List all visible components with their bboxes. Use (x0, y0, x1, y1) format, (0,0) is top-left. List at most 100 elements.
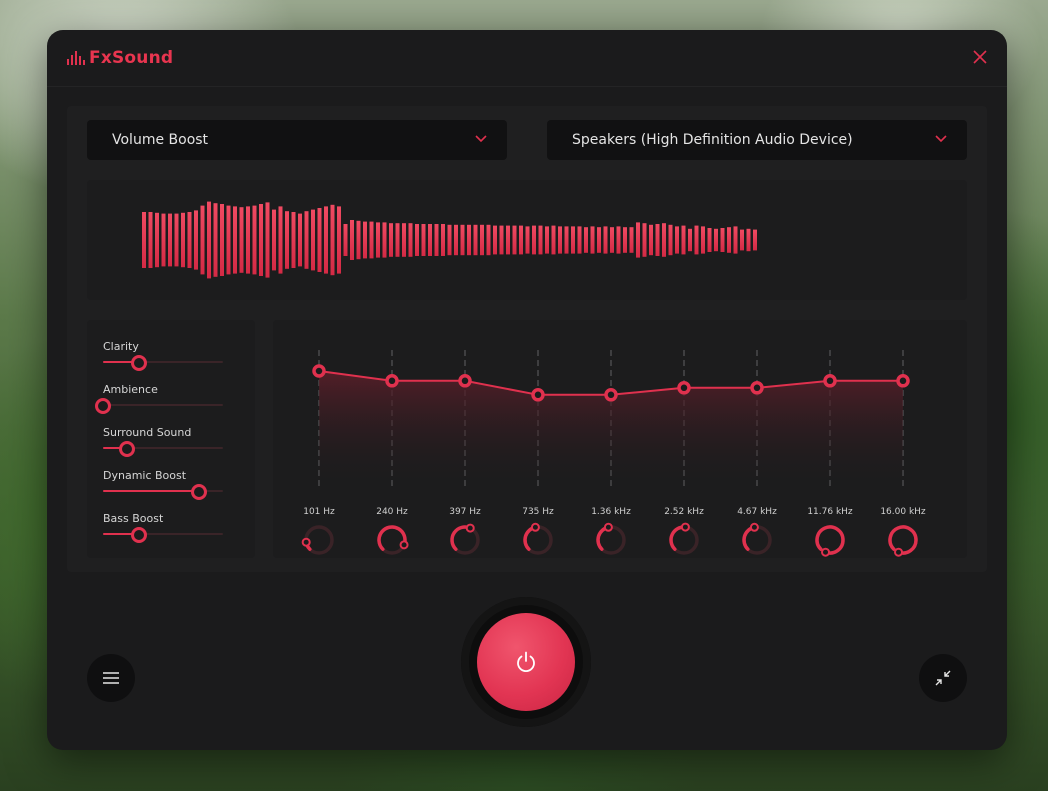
slider-handle[interactable] (131, 527, 147, 543)
eq-frequency-label: 240 Hz (376, 507, 408, 517)
visualizer-bar (259, 204, 263, 276)
slider-rail (103, 404, 223, 406)
visualizer-bar (571, 226, 575, 254)
visualizer-bar (447, 224, 452, 256)
menu-button[interactable] (87, 654, 135, 702)
visualizer-bar (623, 227, 627, 253)
eq-frequency-label: 735 Hz (522, 507, 554, 517)
eq-band-handle[interactable] (385, 374, 399, 388)
eq-frequency-label: 397 Hz (449, 507, 481, 517)
visualizer-bar (434, 224, 439, 256)
visualizer-bar (304, 211, 309, 269)
visualizer-bar (155, 212, 159, 268)
visualizer-bar (298, 213, 302, 267)
eq-band-handle[interactable] (750, 381, 764, 395)
visualizer-bar (382, 222, 387, 258)
visualizer-bar (194, 210, 198, 270)
visualizer-bar (233, 206, 237, 274)
close-button[interactable] (971, 48, 989, 66)
visualizer-bar (610, 227, 614, 253)
visualizer-bar (727, 227, 731, 253)
visualizer-bar (740, 229, 744, 251)
minimize-view-button[interactable] (919, 654, 967, 702)
eq-band-handle[interactable] (896, 374, 910, 388)
visualizer-bar (220, 204, 224, 276)
effect-label: Bass Boost (103, 512, 164, 525)
eq-band-knob[interactable] (815, 525, 845, 557)
visualizer-bar (415, 224, 419, 256)
visualizer-bar (473, 224, 478, 256)
visualizer-bar (629, 227, 634, 253)
eq-band-knob[interactable] (742, 522, 772, 555)
eq-band-knob[interactable] (596, 522, 626, 555)
visualizer-bar (577, 226, 582, 254)
visualizer-bar (538, 225, 543, 255)
effect-slider-item: Ambience (95, 383, 223, 423)
slider-handle[interactable] (95, 398, 111, 414)
visualizer-bar (480, 224, 484, 256)
eq-band-handle[interactable] (531, 388, 545, 402)
visualizer-bar (675, 226, 679, 254)
visualizer-bar (324, 206, 328, 274)
app-logo-text: FxSound (89, 48, 174, 68)
visualizer-bar (493, 225, 497, 255)
slider-handle[interactable] (119, 441, 135, 457)
close-icon (973, 50, 987, 64)
eq-frequency-label: 4.67 kHz (737, 507, 777, 517)
collapse-arrows-icon (935, 670, 951, 686)
visualizer-bar (714, 228, 718, 252)
effect-slider[interactable] (95, 398, 223, 414)
effect-slider[interactable] (103, 441, 223, 457)
visualizer-bar (616, 226, 621, 254)
visualizer-bar (343, 224, 348, 256)
equalizer-graph: 101 Hz 240 Hz 397 Hz 735 Hz 1.36 kHz 2.52 kHz… (301, 350, 926, 557)
eq-band-handle[interactable] (677, 381, 691, 395)
eq-band-handle[interactable] (604, 388, 618, 402)
visualizer-bar (545, 226, 549, 254)
visualizer-bar (486, 224, 491, 256)
visualizer-bar (428, 224, 432, 256)
visualizer-bar (395, 223, 400, 257)
eq-band-knob[interactable] (523, 522, 553, 555)
visualizer-bar (369, 221, 374, 259)
eq-band-knob[interactable] (377, 525, 409, 555)
hamburger-menu-icon (103, 672, 119, 684)
slider-handle[interactable] (131, 355, 147, 371)
visualizer-bar (753, 229, 757, 251)
eq-band-knob[interactable] (301, 525, 334, 555)
eq-frequency-label: 101 Hz (303, 507, 335, 517)
visualizer-bar (499, 225, 504, 255)
visualizer-bar (694, 225, 699, 255)
visualizer-bar (564, 226, 569, 254)
eq-band-knob[interactable] (450, 523, 480, 555)
title-bar: FxSound (47, 30, 1007, 87)
chevron-down-icon (475, 135, 487, 143)
visualizer-bar (421, 224, 426, 256)
preset-dropdown-label: Volume Boost (112, 132, 209, 148)
output-device-dropdown[interactable]: Speakers (High Definition Audio Device) (547, 120, 967, 160)
eq-band-knob[interactable] (888, 525, 918, 557)
eq-band-handle[interactable] (458, 374, 472, 388)
main-panel: Volume Boost Speakers (High Definition A… (67, 106, 987, 572)
effect-slider[interactable] (103, 527, 223, 543)
slider-handle[interactable] (191, 484, 207, 500)
visualizer-bar (688, 228, 692, 252)
eq-band-knob[interactable] (669, 522, 699, 555)
eq-band-handle[interactable] (312, 364, 326, 378)
visualizer-bar (168, 213, 172, 267)
visualizer-bar (356, 220, 361, 260)
power-button[interactable] (477, 613, 575, 711)
eq-band-handle[interactable] (823, 374, 837, 388)
logo-bars-icon (67, 51, 85, 65)
visualizer-bar (441, 224, 445, 256)
visualizer-bar (252, 205, 257, 275)
preset-dropdown[interactable]: Volume Boost (87, 120, 507, 160)
visualizer-bar (272, 209, 276, 271)
eq-frequency-label: 2.52 kHz (664, 507, 704, 517)
effect-slider[interactable] (103, 484, 223, 500)
visualizer-bar (636, 222, 640, 258)
effect-slider-item: Clarity (103, 340, 223, 380)
visualizer-bar (265, 202, 270, 278)
effect-slider[interactable] (103, 355, 223, 371)
effect-slider-item: Surround Sound (103, 426, 223, 466)
